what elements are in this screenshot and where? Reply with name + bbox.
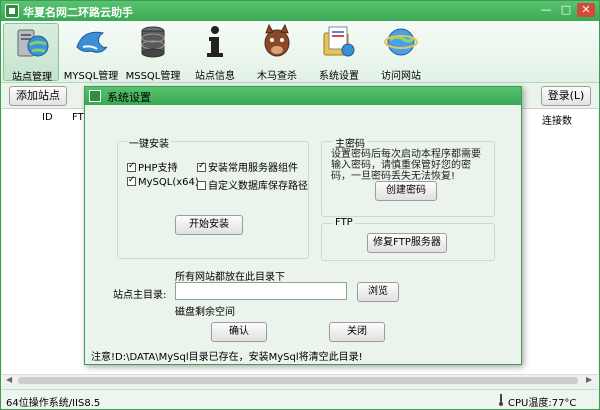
- php-checkbox[interactable]: PHP支持: [127, 159, 178, 174]
- toolbar-site-info[interactable]: 站点信息: [187, 23, 243, 82]
- app-title: 华夏名网二环路云助手: [23, 6, 133, 19]
- toolbar: 站点管理 MYSQL管理 MSSQL管理 站点信息 木马查杀 系统设置 访问网站: [1, 21, 599, 83]
- toolbar-label: 访问网站: [381, 71, 421, 82]
- info-icon: [207, 26, 223, 57]
- site-root-label: 站点主目录:: [113, 290, 167, 301]
- toolbar-site-management[interactable]: 站点管理: [3, 23, 59, 83]
- mysql-checkbox[interactable]: MySQL(x64): [127, 175, 199, 188]
- column-header-id[interactable]: ID: [42, 112, 53, 123]
- thermometer-icon: [499, 394, 503, 406]
- toolbar-label: 站点管理: [12, 72, 52, 83]
- dialog-title-bar[interactable]: 系统设置: [85, 87, 521, 105]
- horse-icon: [264, 23, 290, 57]
- common-components-label: 安装常用服务器组件: [208, 163, 298, 174]
- status-bar: 64位操作系统/IIS8.5 CPU温度:77°C: [2, 389, 598, 409]
- close-dialog-button[interactable]: 关闭: [329, 322, 385, 342]
- dialog-title: 系统设置: [107, 91, 151, 104]
- os-info: 64位操作系统/IIS8.5: [6, 398, 101, 409]
- disk-free-space: 磁盘剩余空间: [175, 307, 235, 318]
- checkbox-unchecked-icon[interactable]: [197, 181, 206, 190]
- system-settings-dialog: 系统设置 一键安装 PHP支持 安装常用服务器组件 MySQL(x64) 自定义…: [84, 86, 522, 365]
- minimize-button[interactable]: —: [537, 3, 555, 17]
- one-click-install-title: 一键安装: [127, 135, 171, 150]
- start-install-button[interactable]: 开始安装: [175, 215, 243, 235]
- ok-button[interactable]: 确认: [211, 322, 267, 342]
- master-password-description: 设置密码后每次启动本程序都需要输入密码，请慎重保管好您的密码，一旦密码丢失无法恢…: [331, 149, 481, 182]
- login-button[interactable]: 登录(L): [541, 86, 591, 106]
- site-root-input[interactable]: [175, 282, 347, 300]
- toolbar-label: 木马查杀: [257, 71, 297, 82]
- maximize-button[interactable]: □: [557, 3, 575, 17]
- ftp-title: FTP: [333, 217, 355, 228]
- database-icon: [141, 26, 165, 58]
- custom-db-path-label: 自定义数据库保存路径: [208, 181, 308, 192]
- toolbar-label: MSSQL管理: [125, 71, 181, 82]
- repair-ftp-button[interactable]: 修复FTP服务器: [367, 233, 447, 253]
- checkbox-checked-icon[interactable]: [127, 175, 136, 186]
- toolbar-system-settings[interactable]: 系统设置: [311, 23, 367, 82]
- browse-button[interactable]: 浏览: [357, 282, 399, 302]
- toolbar-visit-site[interactable]: 访问网站: [373, 23, 429, 82]
- dialog-logo-icon: [89, 90, 101, 102]
- warning-note: 注意!D:\DATA\MySql目录已存在，安装MySql将清空此目录!: [91, 352, 363, 363]
- toolbar-trojan-scan[interactable]: 木马查杀: [249, 23, 305, 82]
- toolbar-label: 站点信息: [195, 71, 235, 82]
- checkbox-checked-icon[interactable]: [197, 161, 206, 172]
- mysql-label: MySQL(x64): [138, 177, 199, 188]
- master-password-title: 主密码: [333, 135, 367, 150]
- column-header-connections[interactable]: 连接数: [542, 112, 572, 127]
- app-logo-icon: [5, 4, 19, 18]
- dolphin-icon: [76, 31, 108, 53]
- horizontal-scrollbar[interactable]: ◀ ▶: [2, 374, 598, 385]
- title-bar[interactable]: 华夏名网二环路云助手 — □ ✕: [1, 1, 599, 21]
- checkbox-checked-icon[interactable]: [127, 161, 136, 172]
- create-password-button[interactable]: 创建密码: [375, 181, 437, 201]
- toolbar-mysql[interactable]: MYSQL管理: [63, 23, 119, 82]
- toolbar-label: 系统设置: [319, 71, 359, 82]
- dialog-body: 一键安装 PHP支持 安装常用服务器组件 MySQL(x64) 自定义数据库保存…: [85, 105, 521, 364]
- toolbar-mssql[interactable]: MSSQL管理: [125, 23, 181, 82]
- custom-db-path-checkbox[interactable]: 自定义数据库保存路径: [197, 177, 308, 192]
- ie-globe-icon: [384, 28, 418, 56]
- toolbar-label: MYSQL管理: [63, 71, 119, 82]
- globe-computer-icon: [17, 29, 49, 57]
- common-components-checkbox[interactable]: 安装常用服务器组件: [197, 159, 298, 174]
- scrollbar-thumb[interactable]: [18, 377, 578, 384]
- site-root-hint: 所有网站都放在此目录下: [175, 272, 285, 283]
- php-label: PHP支持: [138, 163, 178, 174]
- scroll-right-icon[interactable]: ▶: [586, 375, 592, 384]
- cpu-temperature: CPU温度:77°C: [508, 398, 577, 409]
- scroll-left-icon[interactable]: ◀: [6, 375, 12, 384]
- add-site-button[interactable]: 添加站点: [9, 86, 67, 106]
- settings-folder-icon: [323, 26, 355, 57]
- close-button[interactable]: ✕: [577, 3, 595, 17]
